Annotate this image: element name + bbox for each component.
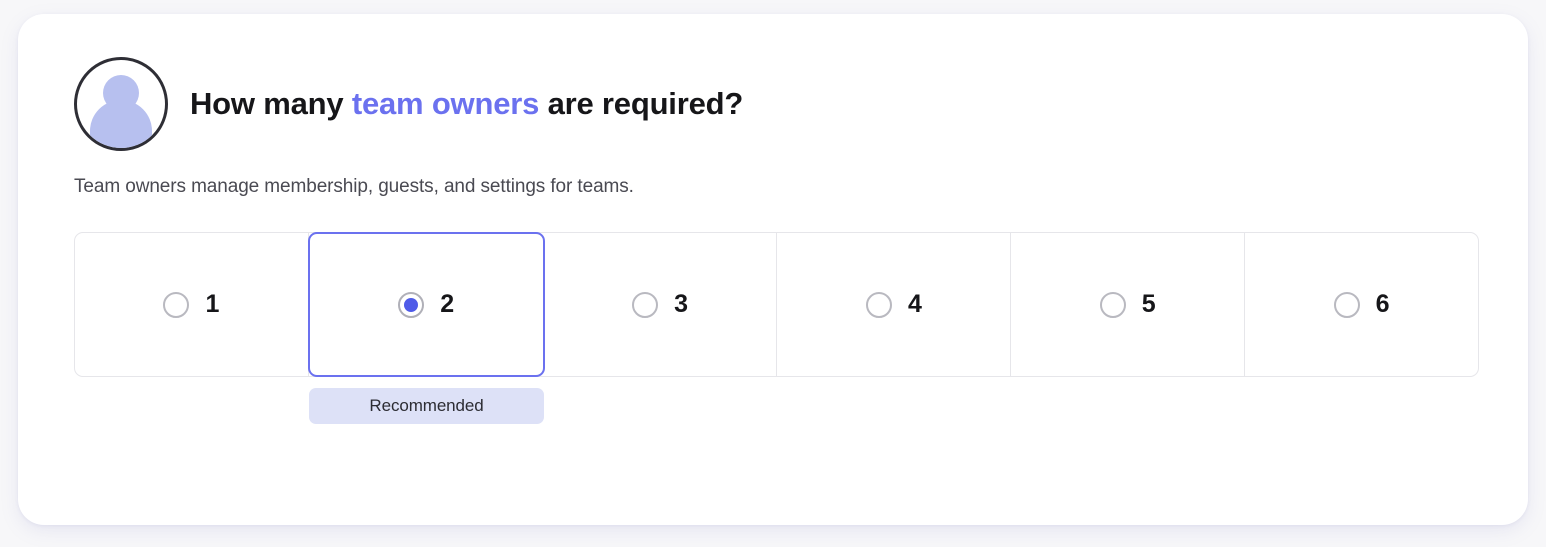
title-accent: team owners	[351, 86, 540, 121]
avatar-body-shape	[90, 100, 152, 148]
option-label-5: 5	[1141, 290, 1156, 318]
recommended-badge: Recommended	[309, 388, 544, 424]
question-description: Team owners manage membership, guests, a…	[74, 176, 634, 197]
badge-row: Recommended	[74, 388, 1479, 426]
radio-icon-1[interactable]	[163, 291, 190, 318]
page-background: How many team owners are required? Team …	[0, 0, 1546, 547]
options-section: 1 2 3 4 5 6 Recommended	[74, 232, 1479, 426]
option-4[interactable]: 4	[777, 233, 1012, 376]
radio-icon-6[interactable]	[1333, 291, 1360, 318]
radio-dot-2	[404, 297, 419, 312]
radio-icon-2[interactable]	[398, 291, 425, 318]
option-5[interactable]: 5	[1011, 233, 1246, 376]
option-label-3: 3	[674, 290, 689, 318]
radio-icon-4[interactable]	[865, 291, 892, 318]
option-2[interactable]: 2	[307, 232, 545, 377]
option-1[interactable]: 1	[75, 233, 309, 376]
radio-icon-5[interactable]	[1099, 291, 1126, 318]
option-label-1: 1	[205, 290, 220, 318]
option-3[interactable]: 3	[544, 233, 778, 376]
page-title: How many team owners are required?	[190, 86, 743, 122]
option-label-4: 4	[907, 290, 922, 318]
option-label-2: 2	[440, 290, 455, 318]
question-header: How many team owners are required?	[74, 57, 1472, 151]
question-card: How many team owners are required? Team …	[18, 14, 1528, 525]
radio-icon-3[interactable]	[632, 291, 659, 318]
owner-count-radio-group[interactable]: 1 2 3 4 5 6	[74, 232, 1479, 377]
option-label-6: 6	[1375, 290, 1390, 318]
user-avatar-icon	[74, 57, 168, 151]
title-suffix: are required?	[539, 86, 744, 121]
title-prefix: How many	[190, 86, 352, 121]
option-6[interactable]: 6	[1245, 233, 1478, 376]
